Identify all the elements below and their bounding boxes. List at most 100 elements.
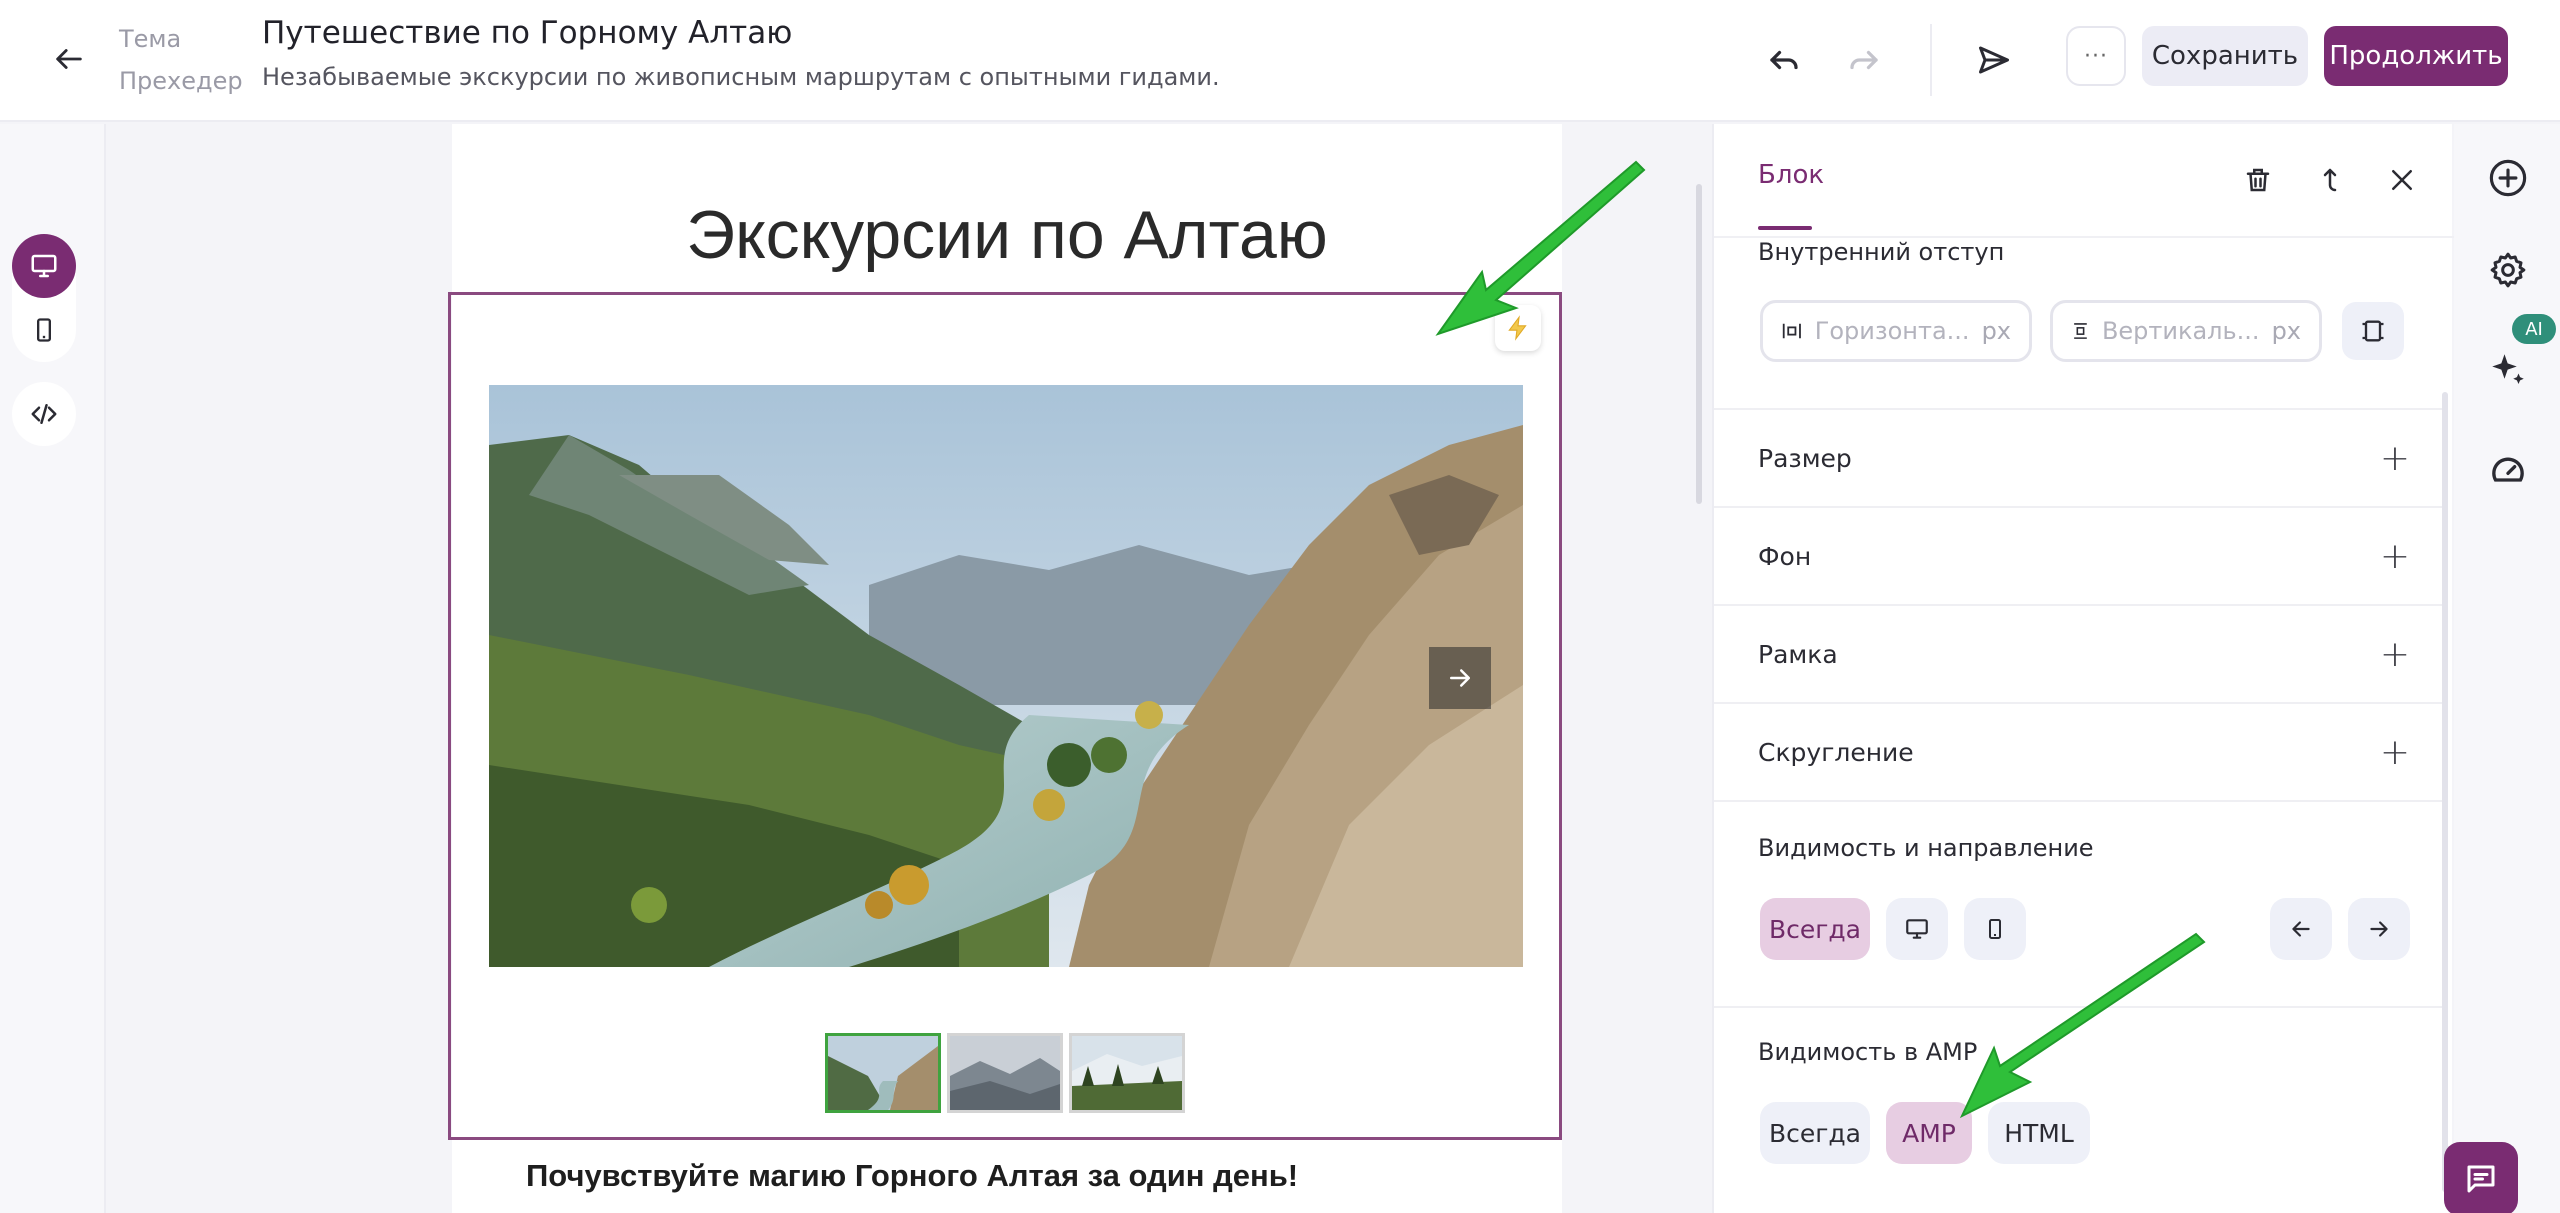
- tab-block[interactable]: Блок: [1758, 160, 1824, 190]
- gallery-thumbnails: [825, 1033, 1185, 1115]
- frame-icon: [2362, 320, 2384, 342]
- delete-block-button[interactable]: [2234, 156, 2282, 204]
- accordion-size-label: Размер: [1758, 443, 1852, 473]
- speedometer-icon: [2492, 457, 2524, 482]
- thumbnail-valley-photo: [828, 1036, 938, 1110]
- sparkles-icon: [2492, 354, 2524, 384]
- arrow-right-icon: [1450, 669, 1470, 687]
- thumbnail-forest-photo: [1072, 1036, 1182, 1110]
- email-heading[interactable]: Экскурсии по Алтаю: [452, 196, 1562, 274]
- support-chat-button[interactable]: [2444, 1142, 2518, 1213]
- mobile-view-button[interactable]: [12, 298, 76, 362]
- section-divider: [1714, 1006, 2442, 1008]
- plus-icon: +: [2379, 633, 2410, 675]
- theme-label: Тема: [119, 25, 182, 53]
- plus-icon: +: [2379, 437, 2410, 479]
- visibility-desktop-button[interactable]: [1886, 898, 1948, 960]
- gallery-thumbnail[interactable]: [1069, 1033, 1185, 1113]
- redo-button[interactable]: [1836, 32, 1892, 88]
- send-icon: [1979, 46, 2009, 74]
- close-panel-button[interactable]: [2378, 156, 2426, 204]
- send-test-button[interactable]: [1966, 32, 2022, 88]
- monitor-icon: [31, 254, 57, 278]
- plus-icon: +: [2379, 535, 2410, 577]
- accordion-radius-label: Скругление: [1758, 737, 1914, 767]
- arrow-up-icon: [2323, 168, 2337, 192]
- header-separator: [1930, 24, 1932, 96]
- device-switcher: [12, 234, 76, 362]
- smartphone-icon: [1989, 919, 2001, 939]
- visibility-mobile-button[interactable]: [1964, 898, 2026, 960]
- direction-rtl-button[interactable]: [2348, 898, 2410, 960]
- redo-icon: [1850, 50, 1878, 70]
- close-icon: [2392, 170, 2412, 190]
- continue-button[interactable]: Продолжить: [2324, 26, 2508, 86]
- block-settings-panel: Блок Внутренний отступ Горизонта... px В…: [1712, 124, 2454, 1213]
- amp-block-badge[interactable]: [1495, 305, 1541, 351]
- select-parent-button[interactable]: [2306, 156, 2354, 204]
- email-body: Экскурсии по Алтаю Почувствуйте магию Го…: [448, 124, 1562, 1213]
- gear-icon: [2490, 252, 2526, 288]
- accordion-size[interactable]: Размер +: [1758, 410, 2410, 506]
- amp-visibility-html-button[interactable]: HTML: [1988, 1102, 2090, 1164]
- email-subject[interactable]: Путешествие по Горному Алтаю: [262, 12, 1220, 54]
- undo-icon: [1770, 50, 1798, 70]
- tab-indicator: [1758, 226, 1812, 230]
- accordion-background-label: Фон: [1758, 541, 1812, 571]
- horizontal-padding-input[interactable]: Горизонта... px: [1760, 300, 2032, 362]
- thumbnail-ridges-photo: [950, 1036, 1060, 1110]
- save-button[interactable]: Сохранить: [2142, 26, 2308, 86]
- left-toolbar: [0, 124, 106, 1213]
- top-header: Тема Прехедер Путешествие по Горному Алт…: [0, 0, 2560, 122]
- gallery-next-button[interactable]: [1429, 647, 1491, 709]
- trash-icon: [2246, 168, 2270, 192]
- panel-scrollbar[interactable]: [2442, 392, 2448, 1192]
- canvas-scrollbar[interactable]: [1696, 184, 1702, 504]
- vertical-padding-icon: [2074, 323, 2087, 339]
- editor-canvas: Экскурсии по Алтаю Почувствуйте магию Го…: [108, 124, 1702, 1213]
- padding-mode-toggle[interactable]: [2342, 302, 2404, 360]
- right-rail: AI: [2454, 124, 2560, 1213]
- gallery-thumbnail[interactable]: [825, 1033, 941, 1113]
- ai-badge: AI: [2512, 314, 2556, 344]
- undo-button[interactable]: [1756, 32, 1812, 88]
- settings-button[interactable]: [2480, 242, 2536, 298]
- visibility-always-button[interactable]: Всегда: [1760, 898, 1870, 960]
- accordion-radius[interactable]: Скругление +: [1758, 704, 2410, 800]
- arrow-right-icon: [2370, 921, 2388, 937]
- accordion-background[interactable]: Фон +: [1758, 508, 2410, 604]
- arrow-left-icon: [2292, 921, 2310, 937]
- code-icon: [31, 404, 57, 424]
- amp-visibility-always-button[interactable]: Всегда: [1760, 1102, 1870, 1164]
- more-options-button[interactable]: ···: [2066, 26, 2126, 86]
- amp-visibility-amp-button[interactable]: AMP: [1886, 1102, 1972, 1164]
- meta-labels: Тема Прехедер: [119, 18, 243, 102]
- email-preheader[interactable]: Незабываемые экскурсии по живописным мар…: [262, 56, 1220, 98]
- plus-circle-icon: [2489, 159, 2527, 197]
- section-divider: [1714, 800, 2442, 802]
- direction-ltr-button[interactable]: [2270, 898, 2332, 960]
- accordion-border[interactable]: Рамка +: [1758, 606, 2410, 702]
- horizontal-padding-icon: [1782, 323, 1801, 339]
- add-block-button[interactable]: [2480, 150, 2536, 206]
- horizontal-padding-unit: px: [1981, 317, 2011, 345]
- back-button[interactable]: [44, 34, 94, 84]
- selected-gallery-block[interactable]: [448, 292, 1562, 1140]
- accordion-border-label: Рамка: [1758, 639, 1838, 669]
- ai-assistant-button[interactable]: [2480, 342, 2536, 398]
- gallery-main-image[interactable]: [489, 385, 1523, 967]
- preheader-label: Прехедер: [119, 67, 243, 95]
- smartphone-icon: [37, 318, 51, 342]
- desktop-view-button[interactable]: [12, 234, 76, 298]
- vertical-padding-input[interactable]: Вертикаль... px: [2050, 300, 2322, 362]
- visibility-direction-label: Видимость и направление: [1758, 834, 2094, 862]
- performance-button[interactable]: [2480, 442, 2536, 498]
- monitor-icon: [1906, 919, 1928, 939]
- vertical-padding-placeholder: Вертикаль...: [2101, 317, 2260, 345]
- horizontal-padding-placeholder: Горизонта...: [1814, 317, 1970, 345]
- email-subheading[interactable]: Почувствуйте магию Горного Алтая за один…: [526, 1158, 1298, 1194]
- chat-icon: [2467, 1165, 2495, 1193]
- gallery-thumbnail[interactable]: [947, 1033, 1063, 1113]
- code-view-button[interactable]: [12, 382, 76, 446]
- vertical-padding-unit: px: [2271, 317, 2301, 345]
